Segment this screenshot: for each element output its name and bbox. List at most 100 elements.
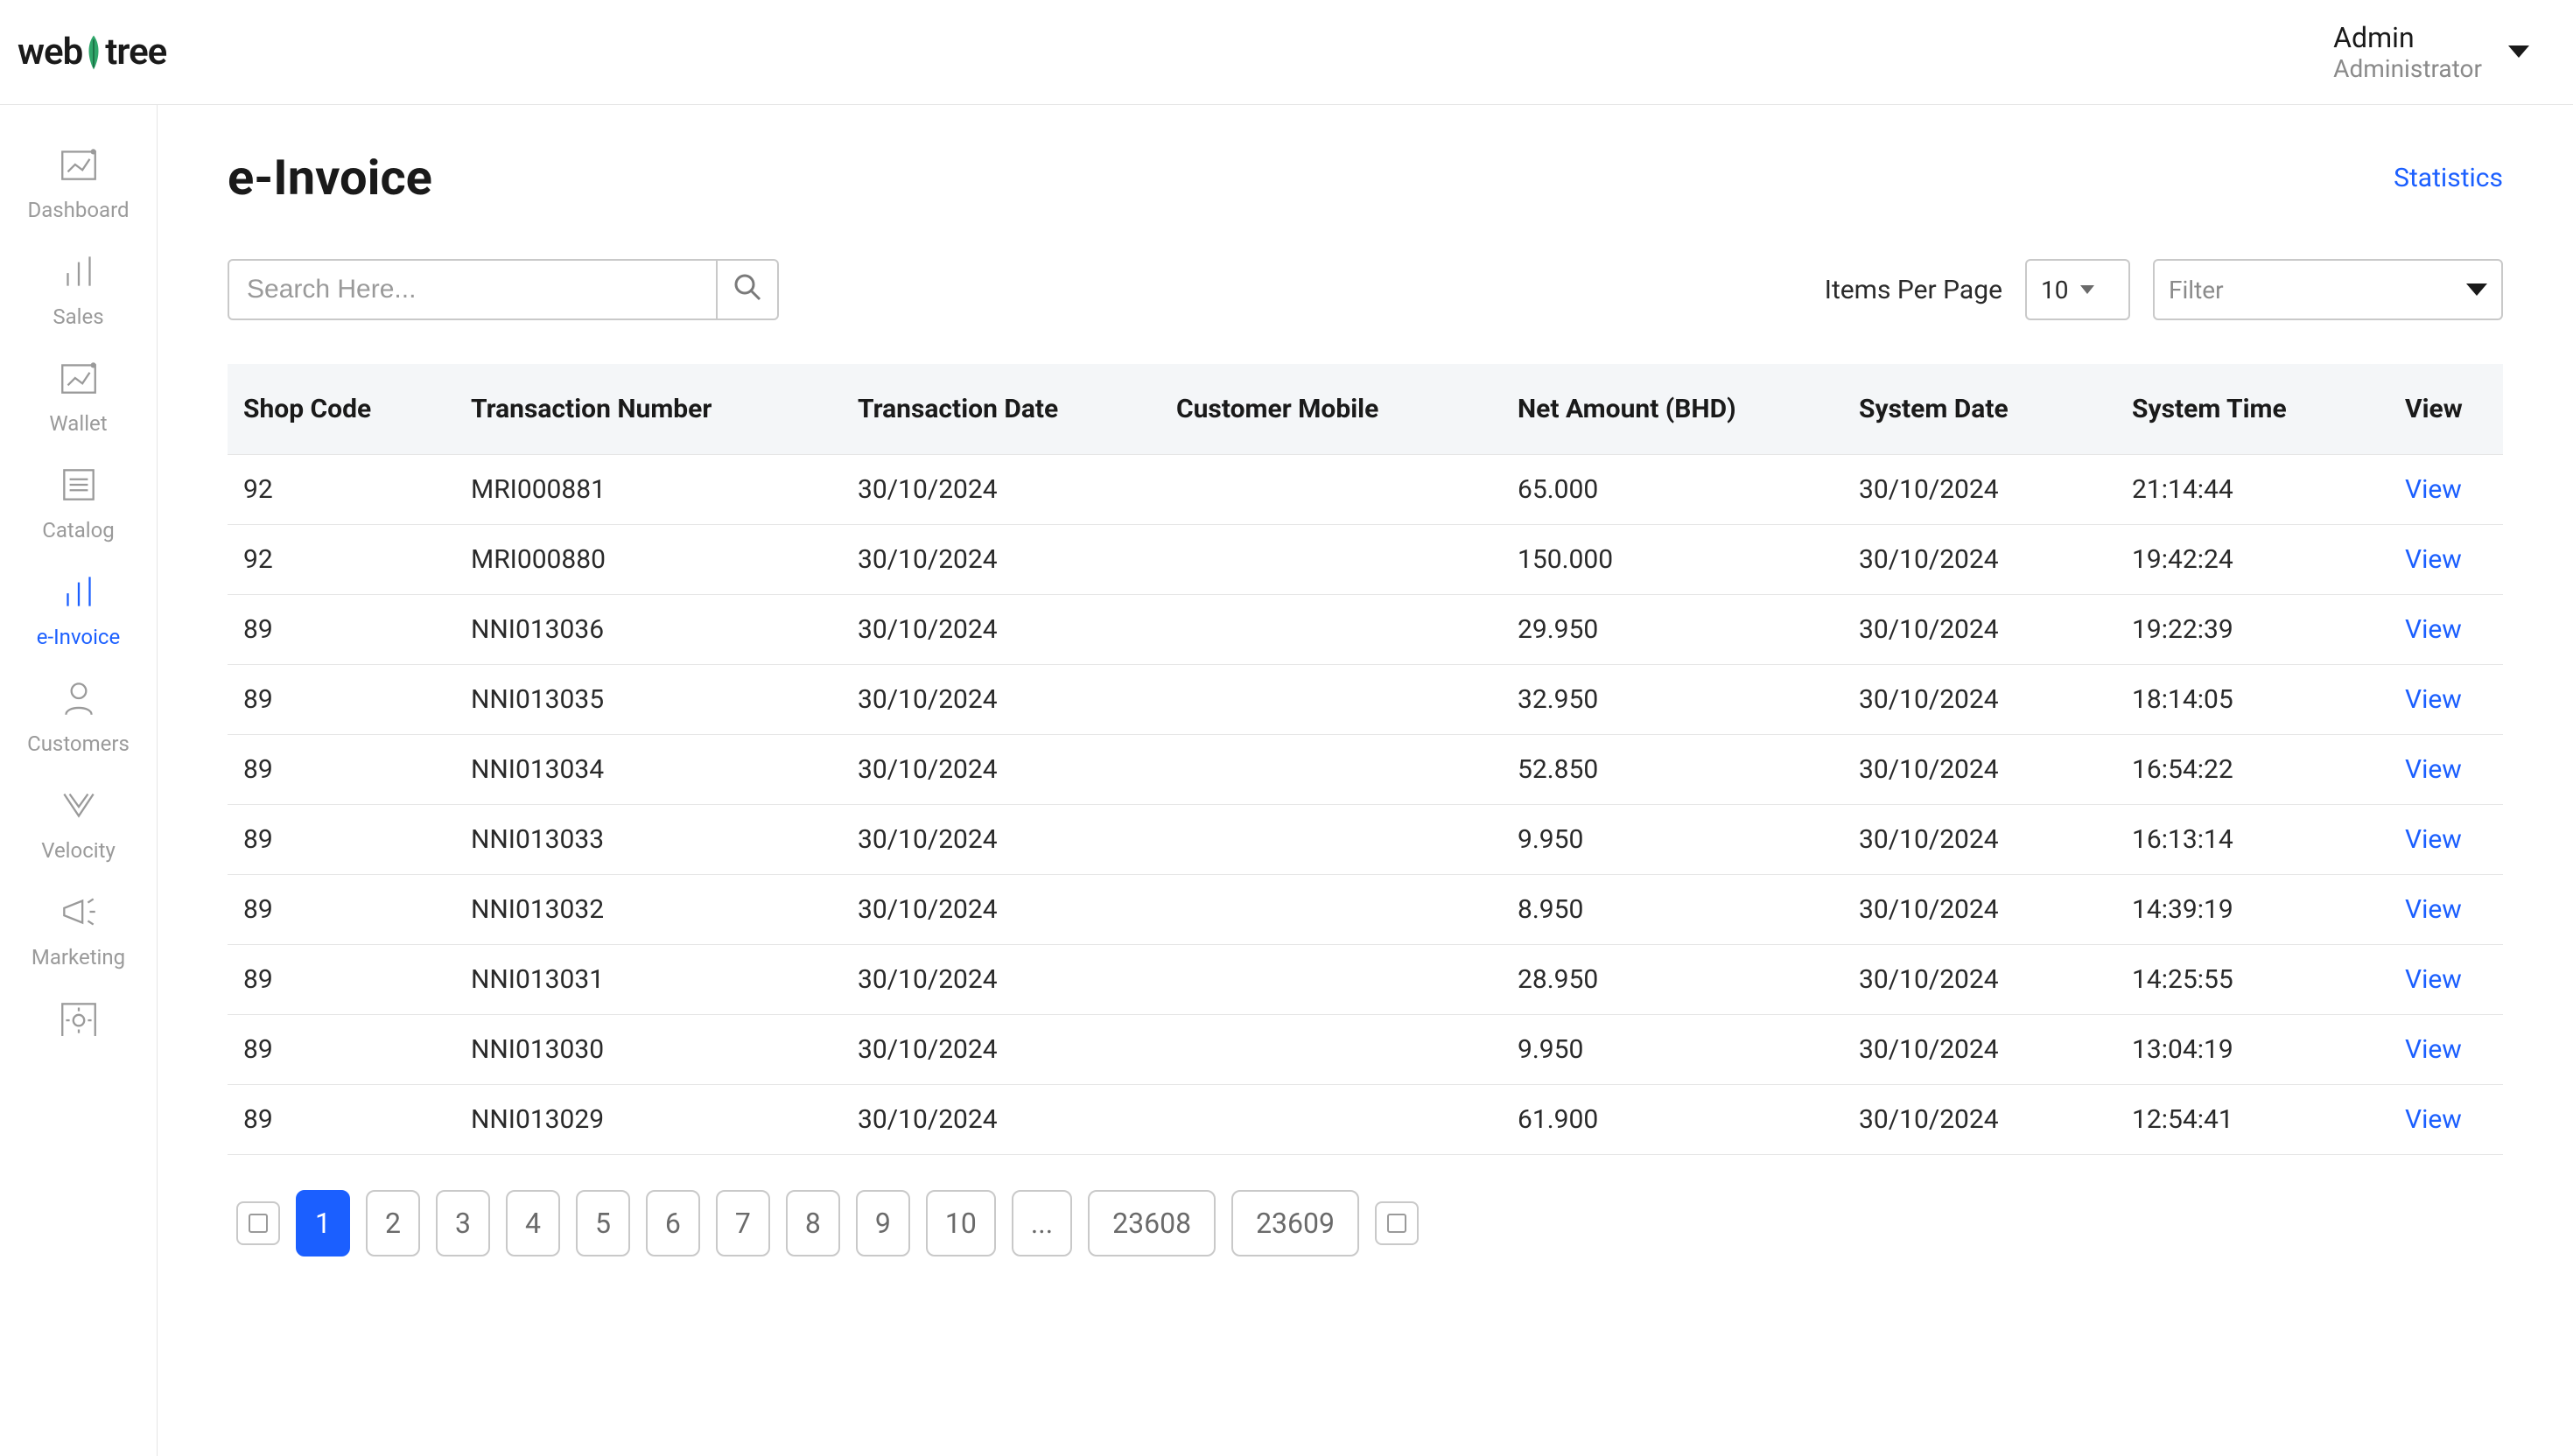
cell-view: View	[2389, 595, 2503, 665]
pagination-page[interactable]: 23608	[1088, 1190, 1216, 1256]
pagination-page[interactable]: 8	[786, 1190, 840, 1256]
table-row: 92MRI00088130/10/202465.00030/10/202421:…	[228, 455, 2503, 525]
cell-shop-code: 89	[228, 875, 455, 945]
view-link[interactable]: View	[2405, 894, 2462, 925]
cell-customer-mobile	[1160, 455, 1502, 525]
view-link[interactable]: View	[2405, 1034, 2462, 1065]
pagination-last[interactable]	[1375, 1201, 1419, 1245]
cell-shop-code: 89	[228, 595, 455, 665]
cell-shop-code: 89	[228, 945, 455, 1015]
col-system-time: System Time	[2116, 364, 2389, 455]
cell-net-amount: 28.950	[1502, 945, 1843, 1015]
view-link[interactable]: View	[2405, 754, 2462, 785]
brand-name-left: web	[18, 31, 82, 74]
cell-shop-code: 89	[228, 805, 455, 875]
cell-net-amount: 65.000	[1502, 455, 1843, 525]
pagination-page[interactable]: 4	[506, 1190, 560, 1256]
sidebar: Dashboard Sales Wallet Catalog e-Invoice	[0, 105, 158, 1456]
sidebar-item-catalog[interactable]: Catalog	[0, 460, 157, 542]
cell-system-date: 30/10/2024	[1843, 455, 2116, 525]
pagination-page[interactable]: 2	[366, 1190, 420, 1256]
cell-txn-date: 30/10/2024	[842, 1015, 1160, 1085]
cell-net-amount: 52.850	[1502, 735, 1843, 805]
sidebar-item-wallet[interactable]: Wallet	[0, 354, 157, 436]
pagination-first[interactable]	[236, 1201, 280, 1245]
view-link[interactable]: View	[2405, 824, 2462, 855]
cell-txn-date: 30/10/2024	[842, 525, 1160, 595]
cell-txn-date: 30/10/2024	[842, 1085, 1160, 1155]
pagination-page[interactable]: 3	[436, 1190, 490, 1256]
user-name: Admin	[2333, 21, 2482, 54]
cell-system-time: 19:42:24	[2116, 525, 2389, 595]
table-header-row: Shop Code Transaction Number Transaction…	[228, 364, 2503, 455]
col-customer-mobile: Customer Mobile	[1160, 364, 1502, 455]
cell-txn-number: MRI000881	[455, 455, 842, 525]
sidebar-item-dashboard[interactable]: Dashboard	[0, 140, 157, 222]
cell-view: View	[2389, 455, 2503, 525]
cell-txn-number: NNI013031	[455, 945, 842, 1015]
cell-view: View	[2389, 805, 2503, 875]
sidebar-item-customers[interactable]: Customers	[0, 674, 157, 756]
pagination-page[interactable]: 10	[926, 1190, 996, 1256]
table-row: 92MRI00088030/10/2024150.00030/10/202419…	[228, 525, 2503, 595]
search-button[interactable]	[716, 261, 777, 318]
leaf-icon	[81, 33, 107, 72]
col-txn-number: Transaction Number	[455, 364, 842, 455]
sidebar-item-label: Catalog	[42, 518, 115, 542]
col-shop-code: Shop Code	[228, 364, 455, 455]
chevron-down-icon	[2508, 46, 2529, 58]
chart-box-icon	[54, 140, 103, 189]
cell-system-date: 30/10/2024	[1843, 1085, 2116, 1155]
table-row: 89NNI01303230/10/20248.95030/10/202414:3…	[228, 875, 2503, 945]
pagination-page[interactable]: 6	[646, 1190, 700, 1256]
cell-txn-number: NNI013036	[455, 595, 842, 665]
items-per-page-select[interactable]: 10	[2025, 259, 2130, 320]
brand-logo[interactable]: web tree	[18, 31, 166, 74]
view-link[interactable]: View	[2405, 684, 2462, 715]
sidebar-item-einvoice[interactable]: e-Invoice	[0, 567, 157, 649]
sidebar-item-sales[interactable]: Sales	[0, 247, 157, 329]
cell-txn-number: MRI000880	[455, 525, 842, 595]
pagination-page[interactable]: 9	[856, 1190, 910, 1256]
sidebar-item-marketing[interactable]: Marketing	[0, 887, 157, 970]
cell-txn-number: NNI013035	[455, 665, 842, 735]
col-view: View	[2389, 364, 2503, 455]
cell-customer-mobile	[1160, 945, 1502, 1015]
view-link[interactable]: View	[2405, 1104, 2462, 1135]
user-menu[interactable]: Admin Administrator	[2333, 21, 2529, 84]
cell-view: View	[2389, 1085, 2503, 1155]
sidebar-item-settings[interactable]	[0, 994, 157, 1043]
view-link[interactable]: View	[2405, 474, 2462, 505]
cell-system-date: 30/10/2024	[1843, 875, 2116, 945]
filter-select[interactable]: Filter	[2153, 259, 2503, 320]
brand-name-right: tree	[105, 31, 166, 74]
table-row: 89NNI01303030/10/20249.95030/10/202413:0…	[228, 1015, 2503, 1085]
invoice-table: Shop Code Transaction Number Transaction…	[228, 364, 2503, 1155]
sidebar-item-velocity[interactable]: Velocity	[0, 780, 157, 863]
items-per-page-value: 10	[2041, 276, 2068, 304]
cell-net-amount: 8.950	[1502, 875, 1843, 945]
pagination-ellipsis: ...	[1012, 1190, 1072, 1256]
square-icon	[249, 1214, 268, 1233]
sidebar-item-label: Wallet	[49, 411, 107, 436]
pagination-page[interactable]: 5	[576, 1190, 630, 1256]
view-link[interactable]: View	[2405, 544, 2462, 575]
main-content: e-Invoice Statistics Items Per Page 10	[158, 105, 2573, 1456]
search-icon	[732, 271, 763, 309]
sidebar-item-label: Sales	[53, 304, 103, 329]
statistics-link[interactable]: Statistics	[2394, 163, 2503, 193]
view-link[interactable]: View	[2405, 964, 2462, 995]
pagination-page[interactable]: 1	[296, 1190, 350, 1256]
chevron-down-icon	[2080, 285, 2094, 294]
pagination-page[interactable]: 23609	[1231, 1190, 1359, 1256]
cell-system-time: 18:14:05	[2116, 665, 2389, 735]
cell-net-amount: 29.950	[1502, 595, 1843, 665]
filter-placeholder: Filter	[2169, 276, 2224, 304]
user-role: Administrator	[2333, 54, 2482, 84]
search-box	[228, 259, 779, 320]
search-input[interactable]	[229, 261, 716, 318]
pagination-page[interactable]: 7	[716, 1190, 770, 1256]
cell-txn-number: NNI013032	[455, 875, 842, 945]
cell-txn-date: 30/10/2024	[842, 735, 1160, 805]
view-link[interactable]: View	[2405, 614, 2462, 645]
